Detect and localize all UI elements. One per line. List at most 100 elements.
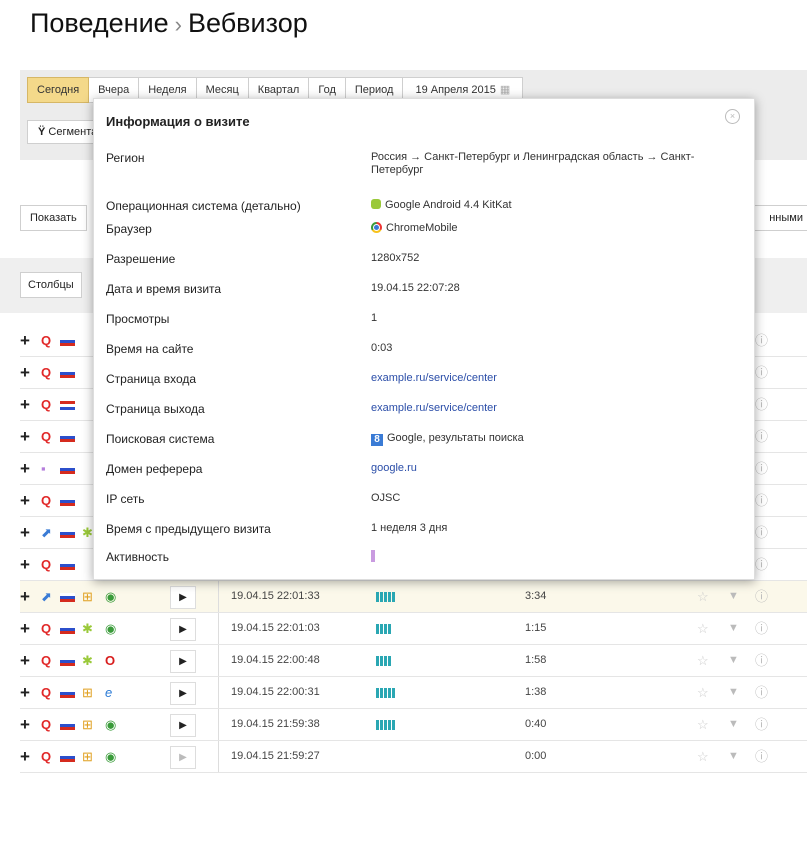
popup-value-text: OJSC xyxy=(371,492,401,504)
star-icon[interactable]: ☆ xyxy=(697,581,709,612)
star-icon[interactable]: ☆ xyxy=(697,677,709,708)
popup-row-value: ChromeMobile xyxy=(371,222,741,235)
visit-duration: 1:38 xyxy=(525,686,547,698)
chrome-icon xyxy=(371,222,382,233)
table-row[interactable]: + Q ⊞ e ▶ 19.04.15 22:00:31 1:38 ☆ ▼ ⓘ xyxy=(20,677,807,709)
expand-icon[interactable]: + xyxy=(20,741,30,772)
android-icon: ✱ xyxy=(82,525,93,540)
popup-link[interactable]: example.ru/service/center xyxy=(371,372,497,384)
data-button[interactable]: нными xyxy=(752,205,807,231)
info-icon[interactable]: ⓘ xyxy=(755,389,768,420)
show-button[interactable]: Показать xyxy=(20,205,87,231)
expand-icon[interactable]: + xyxy=(20,645,30,676)
expand-icon[interactable]: + xyxy=(20,581,30,612)
flag-icon xyxy=(60,497,75,506)
info-icon[interactable]: ⓘ xyxy=(755,741,768,772)
visit-duration: 3:34 xyxy=(525,590,547,602)
play-button[interactable]: ▶ xyxy=(170,714,196,737)
visit-datetime: 19.04.15 21:59:38 xyxy=(231,718,320,730)
popup-row-value[interactable]: google.ru xyxy=(371,462,741,475)
close-icon[interactable]: × xyxy=(725,109,740,124)
play-button[interactable]: ▶ xyxy=(170,586,196,609)
expand-icon[interactable]: + xyxy=(20,517,30,548)
info-icon[interactable]: ⓘ xyxy=(755,357,768,388)
search-source-icon: Q xyxy=(41,365,52,380)
expand-icon[interactable]: + xyxy=(20,453,30,484)
columns-button[interactable]: Столбцы xyxy=(20,272,82,298)
flag-icon xyxy=(60,337,75,346)
popup-row-value[interactable]: example.ru/service/center xyxy=(371,402,741,415)
visit-datetime: 19.04.15 22:01:33 xyxy=(231,590,320,602)
popup-row-value[interactable]: example.ru/service/center xyxy=(371,372,741,385)
info-icon[interactable]: ⓘ xyxy=(755,485,768,516)
play-button[interactable]: ▶ xyxy=(170,650,196,673)
info-icon[interactable]: ⓘ xyxy=(755,517,768,548)
visit-duration: 1:15 xyxy=(525,622,547,634)
info-icon[interactable]: ⓘ xyxy=(755,325,768,356)
info-icon[interactable]: ⓘ xyxy=(755,549,768,580)
popup-row-label: Поисковая система xyxy=(106,432,215,446)
search-source-icon: Q xyxy=(41,397,52,412)
popup-row-label: Операционная система (детально) xyxy=(106,199,301,213)
filter-icon[interactable]: ▼ xyxy=(728,677,739,708)
popup-value-text: Google, результаты поиска xyxy=(387,432,524,444)
chrome-icon: ◉ xyxy=(105,717,117,732)
expand-icon[interactable]: + xyxy=(20,485,30,516)
flag-icon xyxy=(60,753,75,762)
column-divider xyxy=(218,709,219,740)
star-icon[interactable]: ☆ xyxy=(697,645,709,676)
star-icon[interactable]: ☆ xyxy=(697,741,709,772)
flag-icon xyxy=(60,689,75,698)
filter-icon[interactable]: ▼ xyxy=(728,581,739,612)
popup-row-label: Просмотры xyxy=(106,312,170,326)
expand-icon[interactable]: + xyxy=(20,549,30,580)
avatar-source-icon: ▪ xyxy=(41,461,46,476)
table-row[interactable]: + Q ✱ O ▶ 19.04.15 22:00:48 1:58 ☆ ▼ ⓘ xyxy=(20,645,807,677)
popup-row-label: Время на сайте xyxy=(106,342,194,356)
popup-row-label: Дата и время визита xyxy=(106,282,222,296)
activity-bar xyxy=(376,624,391,634)
flag-icon xyxy=(60,721,75,730)
popup-row-value: 1 неделя 3 дня xyxy=(371,522,741,535)
info-icon[interactable]: ⓘ xyxy=(755,645,768,676)
info-icon[interactable]: ⓘ xyxy=(755,613,768,644)
flag-icon xyxy=(60,465,75,474)
info-icon[interactable]: ⓘ xyxy=(755,677,768,708)
popup-value-text: 0:03 xyxy=(371,342,393,354)
expand-icon[interactable]: + xyxy=(20,677,30,708)
star-icon[interactable]: ☆ xyxy=(697,613,709,644)
info-icon[interactable]: ⓘ xyxy=(755,709,768,740)
expand-icon[interactable]: + xyxy=(20,389,30,420)
popup-row-label: Регион xyxy=(106,151,145,165)
star-icon[interactable]: ☆ xyxy=(697,709,709,740)
info-icon[interactable]: ⓘ xyxy=(755,581,768,612)
expand-icon[interactable]: + xyxy=(20,357,30,388)
table-row[interactable]: + Q ✱ ◉ ▶ 19.04.15 22:01:03 1:15 ☆ ▼ ⓘ xyxy=(20,613,807,645)
filter-icon[interactable]: ▼ xyxy=(728,613,739,644)
table-row[interactable]: + Q ⊞ ◉ ▶ 19.04.15 21:59:27 0:00 ☆ ▼ ⓘ xyxy=(20,741,807,773)
expand-icon[interactable]: + xyxy=(20,709,30,740)
play-button[interactable]: ▶ xyxy=(170,746,196,769)
tab-today[interactable]: Сегодня xyxy=(27,77,90,103)
filter-icon[interactable]: ▼ xyxy=(728,741,739,772)
popup-row-value: 8 Google, результаты поиска xyxy=(371,432,741,446)
popup-link[interactable]: example.ru/service/center xyxy=(371,402,497,414)
popup-row-label: Время с предыдущего визита xyxy=(106,522,271,536)
table-row[interactable]: + ⬈ ⊞ ◉ ▶ 19.04.15 22:01:33 3:34 ☆ ▼ ⓘ xyxy=(20,581,807,613)
filter-icon[interactable]: ▼ xyxy=(728,645,739,676)
expand-icon[interactable]: + xyxy=(20,613,30,644)
popup-value-text: Google Android 4.4 KitKat xyxy=(385,199,512,211)
visit-duration: 0:40 xyxy=(525,718,547,730)
info-icon[interactable]: ⓘ xyxy=(755,421,768,452)
table-row[interactable]: + Q ⊞ ◉ ▶ 19.04.15 21:59:38 0:40 ☆ ▼ ⓘ xyxy=(20,709,807,741)
expand-icon[interactable]: + xyxy=(20,421,30,452)
page-title-main: Поведение xyxy=(30,8,169,38)
visit-datetime: 19.04.15 21:59:27 xyxy=(231,750,320,762)
info-icon[interactable]: ⓘ xyxy=(755,453,768,484)
visit-duration: 0:00 xyxy=(525,750,547,762)
popup-link[interactable]: google.ru xyxy=(371,462,417,474)
play-button[interactable]: ▶ xyxy=(170,682,196,705)
expand-icon[interactable]: + xyxy=(20,325,30,356)
filter-icon[interactable]: ▼ xyxy=(728,709,739,740)
play-button[interactable]: ▶ xyxy=(170,618,196,641)
